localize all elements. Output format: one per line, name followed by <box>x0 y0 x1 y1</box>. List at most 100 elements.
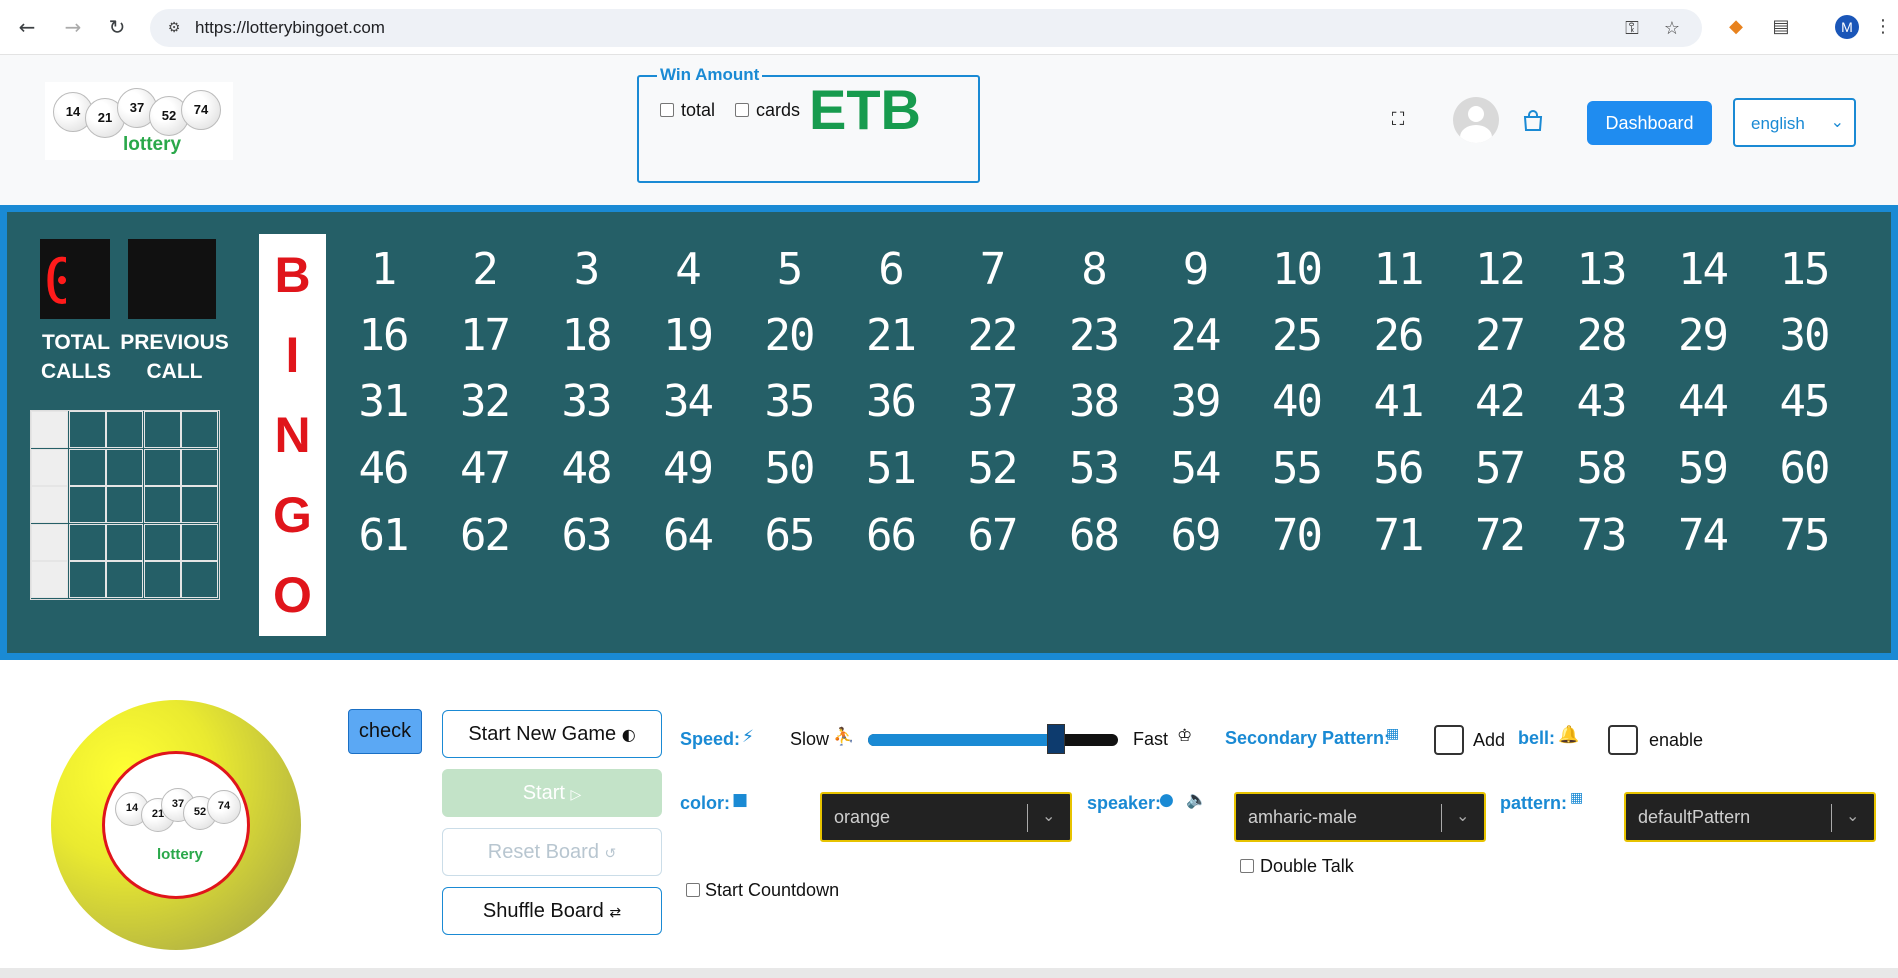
pattern-select[interactable]: defaultPattern ⌄ <box>1624 792 1876 842</box>
fullscreen-icon[interactable]: ⛶ <box>1388 110 1408 130</box>
board-number[interactable]: 54 <box>1155 443 1235 494</box>
board-number[interactable]: 65 <box>749 510 829 561</box>
bookmark-star-icon[interactable]: ☆ <box>1660 17 1684 41</box>
pattern-cell[interactable] <box>143 523 181 561</box>
board-number[interactable]: 19 <box>648 310 728 361</box>
board-number[interactable]: 28 <box>1561 310 1641 361</box>
board-number[interactable]: 32 <box>445 376 525 427</box>
board-number[interactable]: 42 <box>1460 376 1540 427</box>
forward-icon[interactable]: → <box>60 14 86 40</box>
board-number[interactable]: 49 <box>648 443 728 494</box>
extensions-puzzle-icon[interactable]: ▤ <box>1768 14 1794 40</box>
board-number[interactable]: 36 <box>851 376 931 427</box>
pattern-cell[interactable] <box>68 486 106 524</box>
back-icon[interactable]: ← <box>14 14 40 40</box>
pattern-cell[interactable] <box>68 561 106 599</box>
board-number[interactable]: 73 <box>1561 510 1641 561</box>
board-number[interactable]: 37 <box>952 376 1032 427</box>
board-number[interactable]: 64 <box>648 510 728 561</box>
board-number[interactable]: 50 <box>749 443 829 494</box>
pattern-cell[interactable] <box>181 411 219 448</box>
board-number[interactable]: 20 <box>749 310 829 361</box>
board-number[interactable]: 52 <box>952 443 1032 494</box>
profile-avatar[interactable]: M <box>1835 15 1859 39</box>
color-select[interactable]: orange ⌄ <box>820 792 1072 842</box>
total-checkbox[interactable] <box>660 103 674 117</box>
pattern-cell[interactable] <box>31 448 68 486</box>
board-number[interactable]: 63 <box>546 510 626 561</box>
board-number[interactable]: 39 <box>1155 376 1235 427</box>
cards-checkbox[interactable] <box>735 103 749 117</box>
board-number[interactable]: 55 <box>1257 443 1337 494</box>
board-number[interactable]: 35 <box>749 376 829 427</box>
board-number[interactable]: 9 <box>1155 244 1235 295</box>
url-text[interactable]: https://lotterybingoet.com <box>195 18 385 38</box>
board-number[interactable]: 7 <box>952 244 1032 295</box>
board-number[interactable]: 1 <box>343 244 423 295</box>
board-number[interactable]: 10 <box>1257 244 1337 295</box>
secondary-pattern-add-checkbox[interactable] <box>1434 725 1464 755</box>
board-number[interactable]: 56 <box>1358 443 1438 494</box>
pattern-cell[interactable] <box>68 448 106 486</box>
board-number[interactable]: 47 <box>445 443 525 494</box>
pattern-cell[interactable] <box>143 411 181 448</box>
browser-menu-icon[interactable]: ⋮ <box>1870 14 1896 40</box>
start-new-game-button[interactable]: Start New Game ◐ <box>442 710 662 758</box>
pattern-cell[interactable] <box>106 561 144 599</box>
site-settings-icon[interactable]: ⚙ <box>164 18 184 38</box>
pattern-cell[interactable] <box>68 411 106 448</box>
pattern-cell[interactable] <box>106 448 144 486</box>
shuffle-board-button[interactable]: Shuffle Board ⇄ <box>442 887 662 935</box>
board-number[interactable]: 12 <box>1460 244 1540 295</box>
board-number[interactable]: 40 <box>1257 376 1337 427</box>
speed-slider-track[interactable] <box>868 734 1118 746</box>
pattern-cell[interactable] <box>31 523 68 561</box>
board-number[interactable]: 24 <box>1155 310 1235 361</box>
check-button[interactable]: check <box>348 709 422 754</box>
pattern-cell[interactable] <box>106 523 144 561</box>
pattern-cell[interactable] <box>181 523 219 561</box>
board-number[interactable]: 17 <box>445 310 525 361</box>
pattern-cell[interactable] <box>143 448 181 486</box>
board-number[interactable]: 68 <box>1054 510 1134 561</box>
board-number[interactable]: 74 <box>1663 510 1743 561</box>
board-number[interactable]: 16 <box>343 310 423 361</box>
bell-enable-checkbox[interactable] <box>1608 725 1638 755</box>
board-number[interactable]: 44 <box>1663 376 1743 427</box>
double-talk-checkbox[interactable] <box>1240 859 1254 873</box>
board-number[interactable]: 33 <box>546 376 626 427</box>
start-button[interactable]: Start ▷ <box>442 769 662 817</box>
board-number[interactable]: 26 <box>1358 310 1438 361</box>
board-number[interactable]: 23 <box>1054 310 1134 361</box>
board-number[interactable]: 38 <box>1054 376 1134 427</box>
board-number[interactable]: 22 <box>952 310 1032 361</box>
board-number[interactable]: 72 <box>1460 510 1540 561</box>
board-number[interactable]: 29 <box>1663 310 1743 361</box>
pattern-cell[interactable] <box>181 448 219 486</box>
board-number[interactable]: 57 <box>1460 443 1540 494</box>
board-number[interactable]: 2 <box>445 244 525 295</box>
board-number[interactable]: 62 <box>445 510 525 561</box>
pattern-cell[interactable] <box>106 411 144 448</box>
board-number[interactable]: 6 <box>851 244 931 295</box>
pattern-cell[interactable] <box>68 523 106 561</box>
pattern-cell[interactable] <box>143 486 181 524</box>
board-number[interactable]: 45 <box>1764 376 1844 427</box>
board-number[interactable]: 5 <box>749 244 829 295</box>
pattern-cell[interactable] <box>31 486 68 524</box>
shopping-bag-icon[interactable] <box>1521 109 1545 133</box>
board-number[interactable]: 58 <box>1561 443 1641 494</box>
board-number[interactable]: 13 <box>1561 244 1641 295</box>
board-number[interactable]: 34 <box>648 376 728 427</box>
reset-board-button[interactable]: Reset Board ↺ <box>442 828 662 876</box>
board-number[interactable]: 51 <box>851 443 931 494</box>
pattern-cell[interactable] <box>31 411 68 448</box>
user-avatar[interactable] <box>1453 97 1499 143</box>
pattern-cell[interactable] <box>143 561 181 599</box>
site-logo[interactable]: 14 21 37 52 74 lottery <box>45 82 233 160</box>
pattern-cell[interactable] <box>181 561 219 599</box>
board-number[interactable]: 48 <box>546 443 626 494</box>
board-number[interactable]: 30 <box>1764 310 1844 361</box>
board-number[interactable]: 60 <box>1764 443 1844 494</box>
board-number[interactable]: 75 <box>1764 510 1844 561</box>
